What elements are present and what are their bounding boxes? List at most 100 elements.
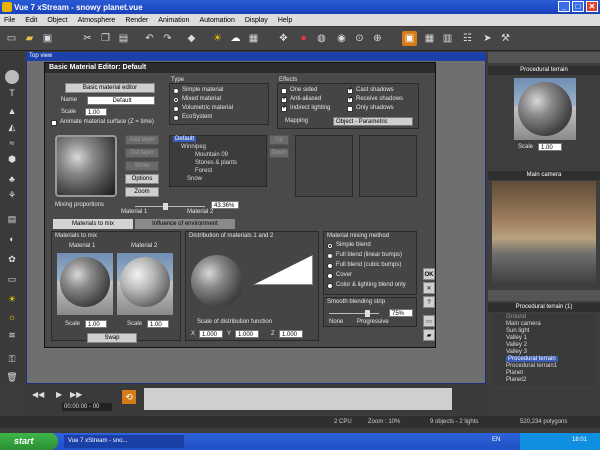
cloud-icon[interactable]: ☁ (228, 31, 243, 46)
object-item[interactable]: Valley 2 (506, 342, 527, 348)
show-button[interactable]: Show (125, 161, 159, 171)
mixing-slider-thumb[interactable] (163, 203, 168, 210)
menu-animation[interactable]: Animation (158, 17, 189, 24)
basic-editor-button[interactable]: Basic material editor (65, 83, 155, 93)
del-layer-button[interactable]: Del layer (125, 148, 159, 158)
display-icon[interactable]: ▥ (440, 31, 455, 46)
cancel-button[interactable]: ✕ (423, 282, 435, 294)
tree-item-default[interactable]: Default (173, 136, 197, 142)
camera-icon[interactable]: ⊙ (352, 31, 367, 46)
type-volumetric-radio[interactable] (173, 106, 179, 112)
info-icon[interactable]: ☷ (460, 31, 475, 46)
object-item[interactable]: Sun light (506, 328, 529, 334)
tree-item-stones[interactable]: Stones & plants (195, 160, 237, 166)
tools-icon[interactable]: ⚒ (498, 31, 513, 46)
up-button[interactable]: Up (269, 135, 289, 145)
options-button[interactable]: Options (125, 174, 159, 184)
grid-icon[interactable]: ▦ (422, 31, 437, 46)
mixing-slider-track[interactable] (135, 206, 205, 207)
tab-environment[interactable]: Influence of environment (135, 219, 235, 229)
undo-icon[interactable]: ↶ (142, 31, 157, 46)
boolean-icon[interactable]: ◐ (5, 232, 19, 246)
tab-materials-to-mix[interactable]: Materials to mix (53, 219, 133, 229)
menu-help[interactable]: Help (278, 17, 292, 24)
scale2-field[interactable]: 1.00 (147, 320, 169, 328)
redo-icon[interactable]: ↷ (160, 31, 175, 46)
smooth-slider-track[interactable] (329, 313, 379, 314)
object-item[interactable]: Main camera (506, 321, 541, 327)
move-icon[interactable]: ✥ (276, 31, 291, 46)
new-icon[interactable]: ▭ (4, 31, 19, 46)
smooth-slider-thumb[interactable] (365, 310, 370, 317)
smooth-value[interactable]: 75% (389, 309, 413, 317)
menu-object[interactable]: Object (47, 17, 67, 24)
indirect-lighting-checkbox[interactable] (281, 104, 287, 112)
save-icon[interactable]: ▣ (40, 31, 55, 46)
color-blend-radio[interactable] (327, 283, 333, 289)
menu-render[interactable]: Render (125, 17, 148, 24)
time-field[interactable]: 00:00:00 - 00 (62, 403, 112, 411)
tree-item-forest[interactable]: Forest (195, 168, 212, 174)
object-item[interactable]: Valley 1 (506, 335, 527, 341)
one-sided-checkbox[interactable] (281, 88, 287, 94)
lock-icon[interactable]: ⚿ (5, 352, 19, 366)
object-item[interactable]: Ground (506, 314, 526, 320)
cover-radio[interactable] (327, 273, 333, 279)
name-field[interactable]: Default (87, 96, 155, 105)
layout-icon[interactable]: ▣ (402, 31, 417, 46)
object-item[interactable]: Planet2 (506, 377, 526, 383)
sun-icon[interactable]: ☀ (210, 31, 225, 46)
menu-edit[interactable]: Edit (25, 17, 37, 24)
scale-field[interactable]: 1.00 (85, 108, 107, 116)
menu-display[interactable]: Display (245, 17, 268, 24)
type-mixed-radio[interactable] (173, 97, 179, 103)
arrow-icon[interactable]: ➤ (480, 31, 495, 46)
menu-automation[interactable]: Automation (199, 17, 234, 24)
sphere-icon[interactable] (5, 70, 19, 84)
tree-icon[interactable]: ⚘ (5, 188, 19, 202)
keyframe-icon[interactable]: ⟲ (122, 390, 136, 404)
start-button[interactable]: start (0, 433, 58, 450)
open-icon[interactable]: ▰ (22, 31, 37, 46)
plant-icon[interactable]: ♣ (5, 172, 19, 186)
group-icon[interactable]: ▤ (5, 212, 19, 226)
type-ecosystem-radio[interactable] (173, 115, 179, 121)
rewind-icon[interactable]: ◀◀ (32, 390, 44, 399)
object-icon[interactable]: ◆ (184, 31, 199, 46)
help-button[interactable]: ? (423, 296, 435, 308)
object-item[interactable]: Valley 3 (506, 349, 527, 355)
tree-item-winnipeg[interactable]: Winnipeg (181, 144, 206, 150)
save-material-icon[interactable]: ▭ (423, 315, 435, 327)
camera-preview[interactable] (492, 181, 596, 285)
view-icon[interactable]: ◉ (334, 31, 349, 46)
taskbar-vue-item[interactable]: Vue 7 xStream - sno... (64, 435, 184, 448)
animate-checkbox[interactable] (51, 120, 57, 126)
forward-icon[interactable]: ▶▶ (70, 390, 82, 399)
menu-file[interactable]: File (4, 17, 15, 24)
object-item[interactable]: Procedural terrain1 (506, 363, 557, 369)
anti-aliased-checkbox[interactable] (281, 95, 287, 103)
full-blend-linear-radio[interactable] (327, 253, 333, 259)
mountain-icon[interactable]: ▲ (5, 104, 19, 118)
menu-atmosphere[interactable]: Atmosphere (78, 17, 116, 24)
distribution-sphere[interactable] (191, 255, 243, 307)
maximize-button[interactable]: □ (572, 1, 584, 12)
text-icon[interactable]: T (5, 86, 19, 100)
material-preview[interactable] (55, 135, 117, 197)
object-item[interactable]: Planet (506, 370, 523, 376)
camera-tool-icon[interactable]: ▭ (5, 272, 19, 286)
cast-shadows-checkbox[interactable] (347, 86, 353, 94)
add-layer-button[interactable]: Add layer (125, 135, 159, 145)
y-field[interactable]: 1.000 (235, 330, 259, 338)
simple-blend-radio[interactable] (327, 243, 333, 249)
swap-button[interactable]: Swap (87, 333, 137, 343)
x-field[interactable]: 1.000 (199, 330, 223, 338)
render-icon[interactable]: ▦ (246, 31, 261, 46)
only-shadows-checkbox[interactable] (347, 106, 353, 112)
delete-icon[interactable]: 🗑 (5, 370, 19, 384)
material-icon[interactable]: ◍ (314, 31, 329, 46)
close-button[interactable]: ✕ (586, 1, 598, 12)
load-material-icon[interactable]: ▰ (423, 329, 435, 341)
timeline-track[interactable] (144, 388, 452, 410)
wind-icon[interactable]: ≋ (5, 328, 19, 342)
